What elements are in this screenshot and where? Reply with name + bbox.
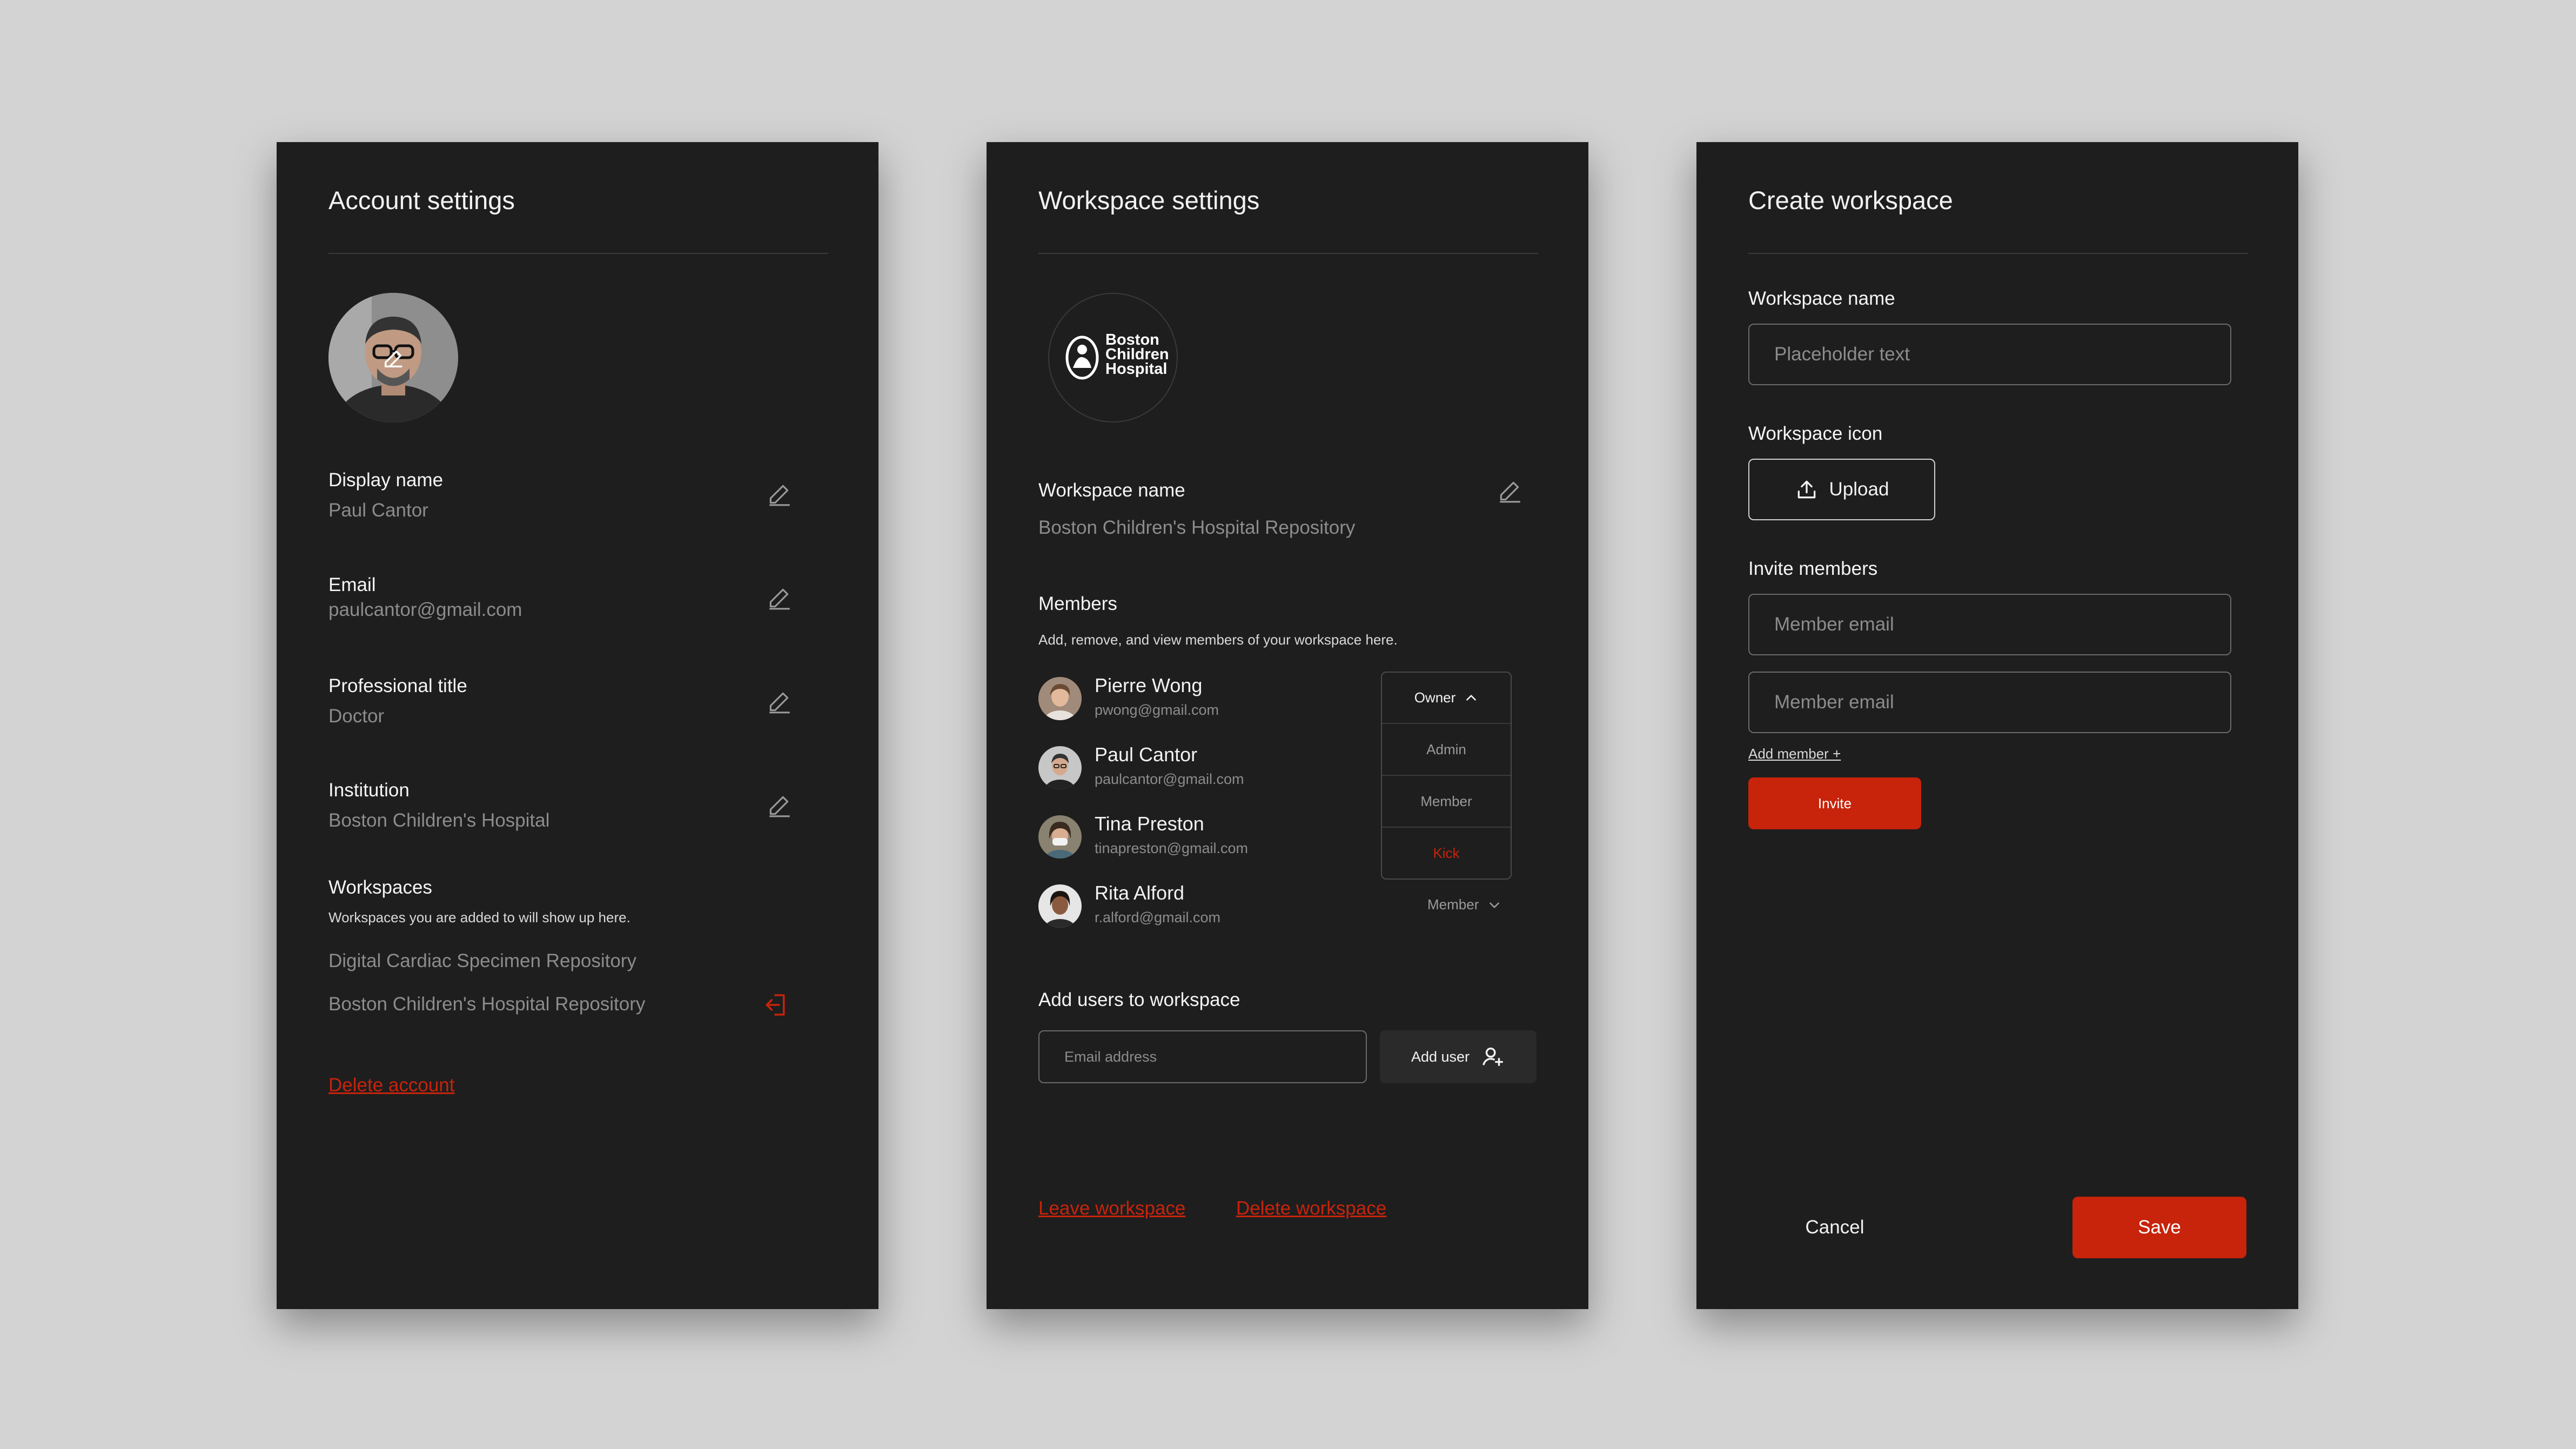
add-users-heading: Add users to workspace [1038,989,1240,1010]
edit-professional-title-icon[interactable] [766,689,793,716]
workspace-name-value: Boston Children's Hospital Repository [1038,517,1356,538]
save-button[interactable]: Save [2072,1197,2246,1258]
field-value: Paul Cantor [328,500,428,521]
page-title: Workspace settings [1038,186,1260,214]
role-select-rita[interactable]: Member [1427,896,1501,913]
members-description: Add, remove, and view members of your wo… [1038,632,1398,648]
invite-button[interactable]: Invite [1748,777,1921,829]
avatar [1038,746,1082,789]
member-email: tinapreston@gmail.com [1095,840,1249,856]
member-name: Paul Cantor [1095,743,1198,766]
workspace-logo[interactable]: Boston Children Hospital [1048,293,1178,422]
role-dropdown-selected[interactable]: Owner [1382,673,1511,723]
add-user-button[interactable]: Add user [1380,1030,1537,1083]
page-title: Create workspace [1748,186,1953,214]
cancel-button[interactable]: Cancel [1748,1197,1921,1258]
workspace-name-label: Workspace name [1748,288,1895,309]
delete-workspace-link[interactable]: Delete workspace [1236,1198,1386,1219]
hospital-logo-icon [1065,336,1099,380]
member-name: Pierre Wong [1095,674,1203,696]
edit-institution-icon[interactable] [766,793,793,820]
add-member-link[interactable]: Add member + [1748,746,1841,762]
avatar [1038,884,1082,928]
institution-row: Institution Boston Children's Hospital [328,780,549,831]
invite-members-label: Invite members [1748,558,1878,579]
field-value: paulcantor@gmail.com [328,599,522,620]
workspaces-description: Workspaces you are added to will show up… [328,909,630,925]
edit-email-icon[interactable] [766,585,793,612]
role-option-member[interactable]: Member [1382,775,1511,827]
display-name-row: Display name Paul Cantor [328,469,443,521]
divider [1038,253,1538,254]
create-workspace-panel: Create workspace Workspace name Workspac… [1696,142,2298,1309]
member-email-input[interactable] [1748,594,2231,655]
chevron-up-icon [1466,694,1477,701]
role-option-admin[interactable]: Admin [1382,723,1511,775]
leave-workspace-icon[interactable] [761,990,790,1019]
delete-account-link[interactable]: Delete account [328,1075,454,1096]
member-email: r.alford@gmail.com [1095,909,1220,925]
members-heading: Members [1038,593,1117,614]
workspace-settings-panel: Workspace settings Boston Children Hospi… [987,142,1588,1309]
edit-workspace-name-icon[interactable] [1497,478,1524,505]
workspace-item[interactable]: Digital Cardiac Specimen Repository [328,950,636,972]
field-value: Doctor [328,706,385,727]
workspaces-heading: Workspaces [328,877,432,898]
member-name: Rita Alford [1095,882,1185,904]
professional-title-row: Professional title Doctor [328,675,467,727]
account-settings-panel: Account settings Display name Paul Canto… [277,142,878,1309]
email-row: Email paulcantor@gmail.com [328,574,522,621]
pencil-icon [384,350,403,368]
field-label: Display name [328,469,444,491]
role-option-kick[interactable]: Kick [1382,827,1511,878]
add-user-icon [1482,1047,1504,1066]
member-name: Tina Preston [1095,813,1204,835]
field-label: Institution [328,780,410,801]
workspace-name-input[interactable] [1748,324,2231,385]
workspace-icon-label: Workspace icon [1748,423,1883,444]
upload-button[interactable]: Upload [1748,459,1935,520]
member-email-input[interactable] [1748,672,2231,733]
divider [328,253,828,254]
workspace-name-label: Workspace name [1038,480,1185,501]
field-label: Professional title [328,675,467,696]
member-email: pwong@gmail.com [1095,702,1219,718]
member-email: paulcantor@gmail.com [1095,771,1244,787]
workspace-item[interactable]: Boston Children's Hospital Repository [328,994,645,1015]
email-address-input[interactable] [1038,1030,1367,1083]
leave-workspace-link[interactable]: Leave workspace [1038,1198,1185,1219]
field-label: Email [328,574,376,595]
avatar [1038,677,1082,720]
avatar [1038,815,1082,858]
profile-avatar[interactable] [328,293,458,422]
field-value: Boston Children's Hospital [328,810,550,831]
upload-icon [1797,480,1815,499]
hospital-logo-text: Boston Children Hospital [1105,331,1169,378]
edit-display-name-icon[interactable] [766,481,793,508]
role-dropdown[interactable]: Owner Admin Member Kick [1381,672,1512,880]
divider [1748,253,2248,254]
page-title: Account settings [328,186,515,214]
chevron-down-icon [1490,902,1500,908]
